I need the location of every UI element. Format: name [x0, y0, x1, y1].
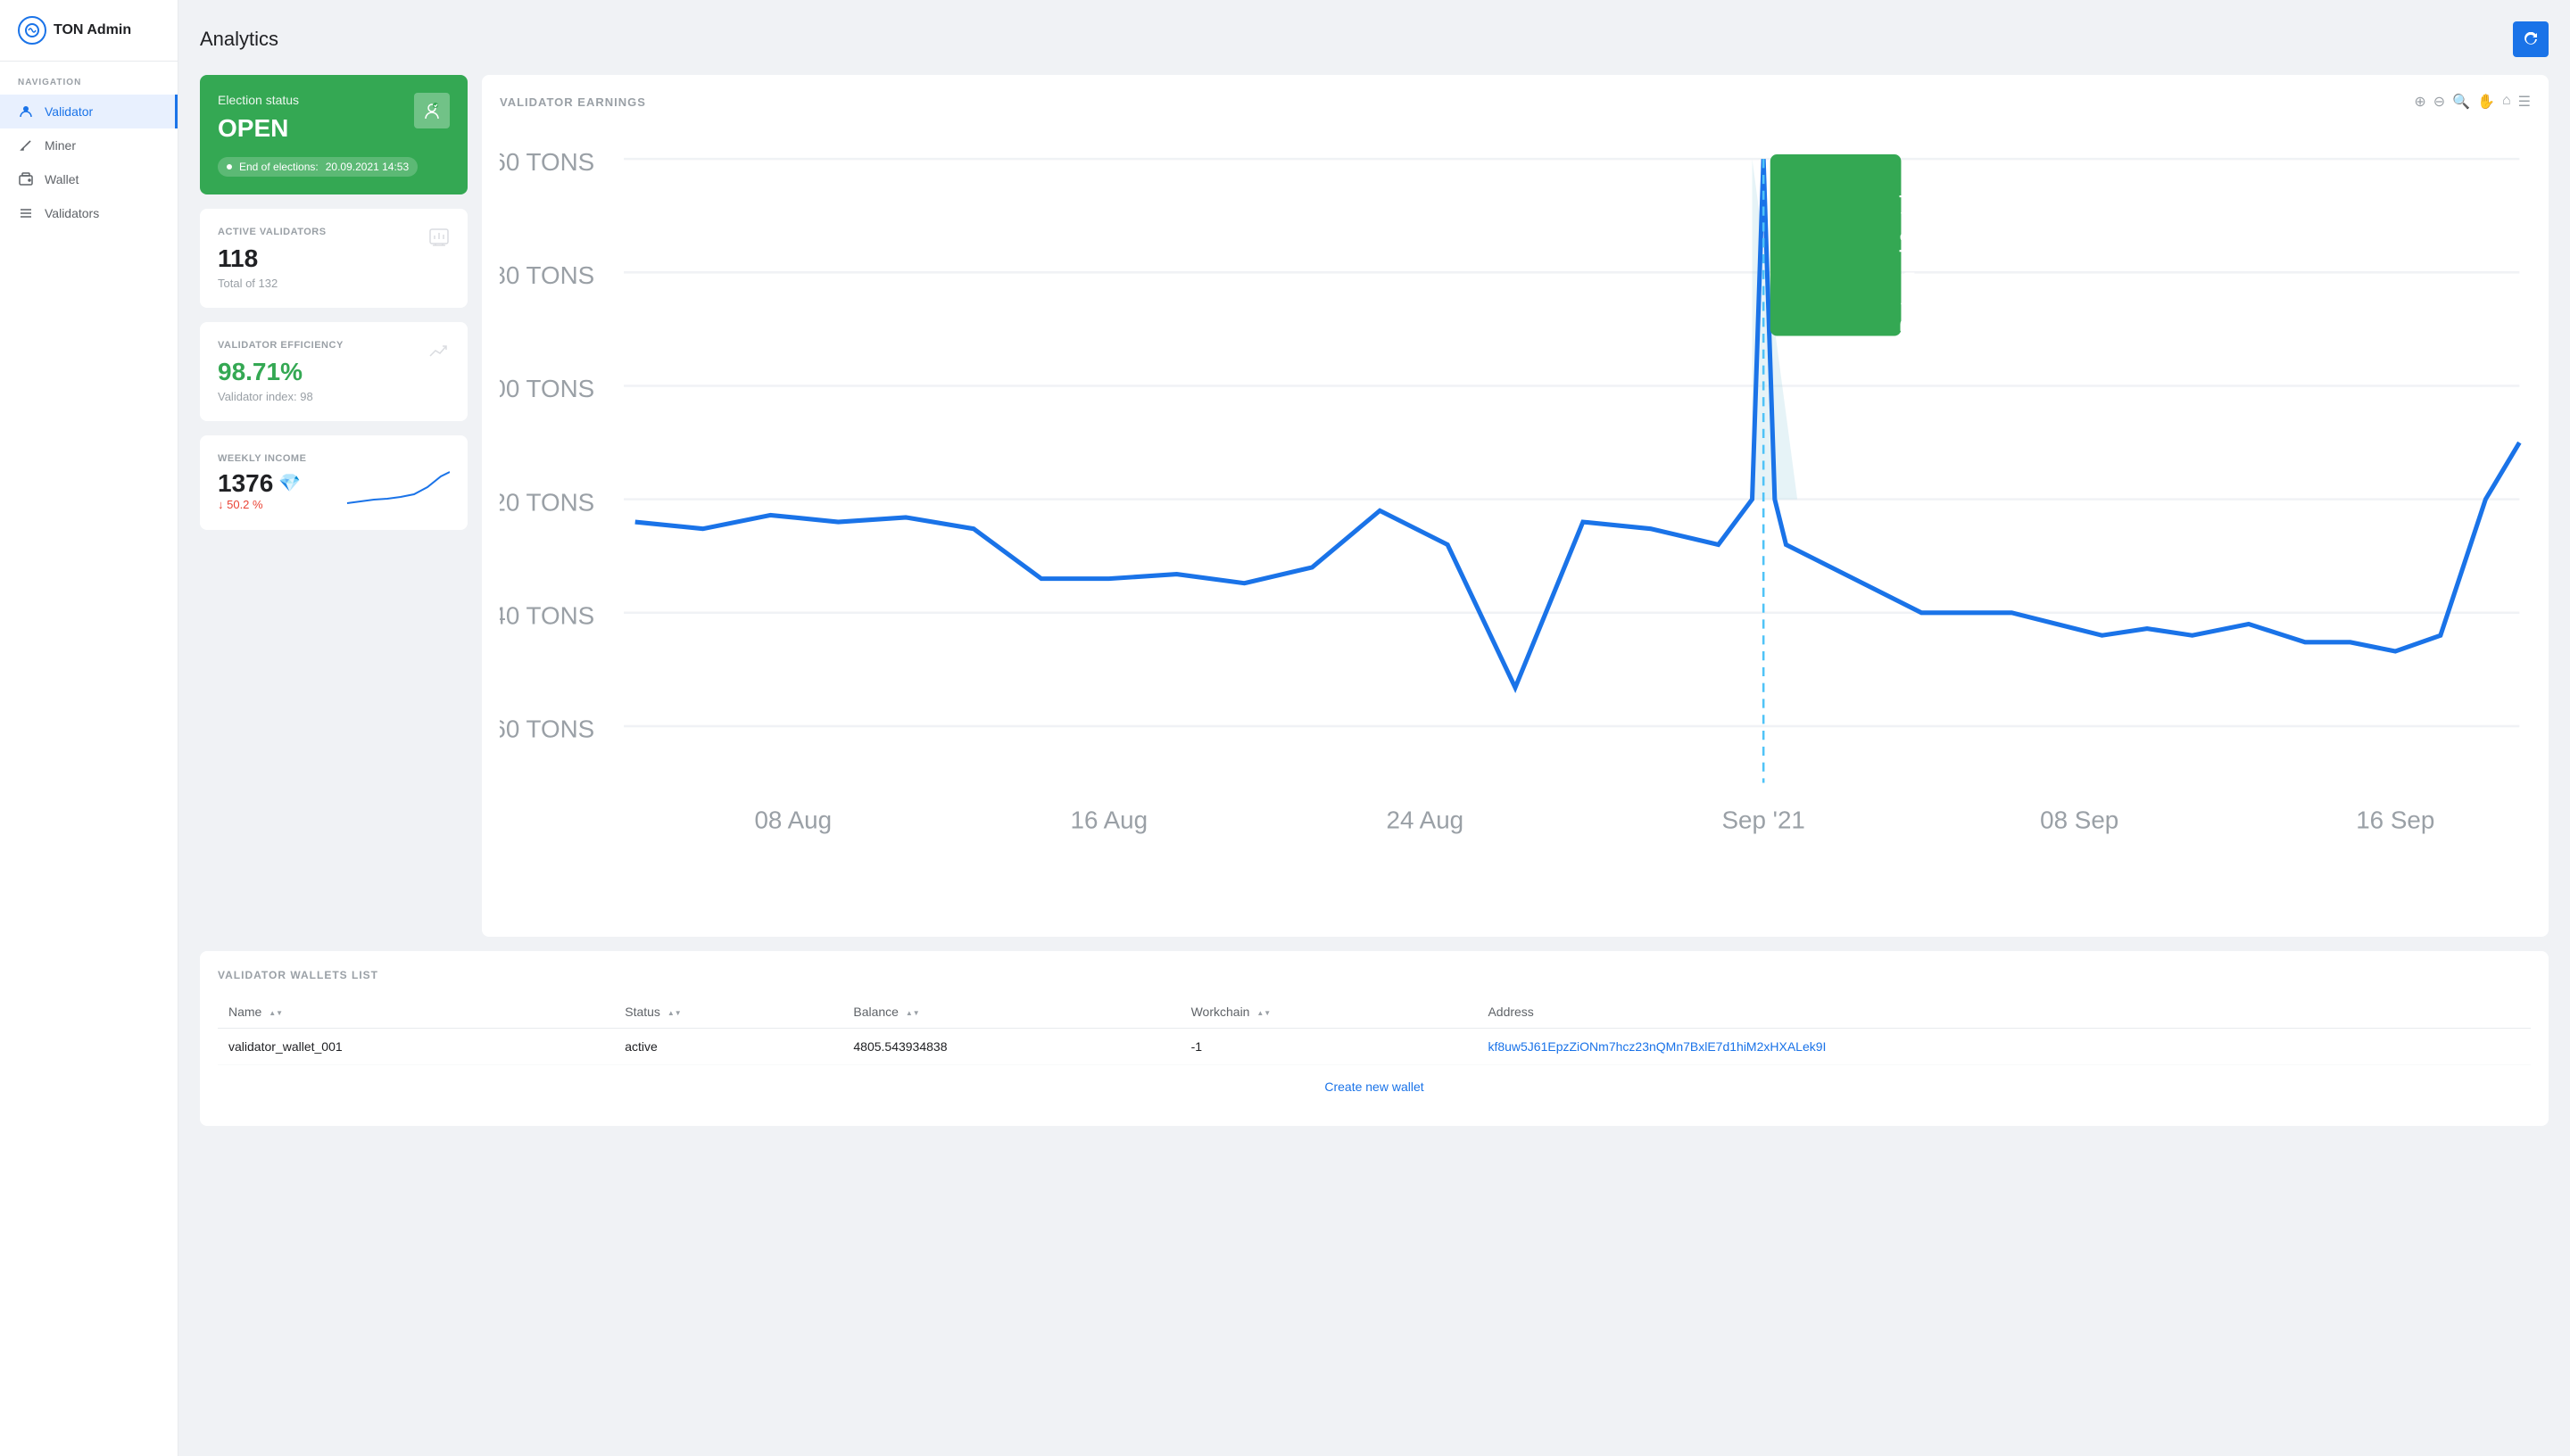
- sidebar-item-validator-label: Validator: [45, 104, 93, 119]
- left-cards: Election status OPEN End of elections: 2…: [200, 75, 468, 937]
- table-title: VALIDATOR WALLETS LIST: [218, 969, 2531, 981]
- election-card: Election status OPEN End of elections: 2…: [200, 75, 468, 194]
- svg-text:240 TONS: 240 TONS: [500, 601, 594, 629]
- efficiency-icon: [428, 340, 450, 367]
- active-validators-value: 118: [218, 244, 450, 273]
- chart-controls: ⊕ ⊖ 🔍 ✋ ⌂ ☰: [2414, 93, 2531, 111]
- svg-text:560 TONS: 560 TONS: [500, 148, 594, 176]
- page-title: Analytics: [200, 28, 278, 51]
- svg-text:Returned 2 stakes: Returned 2 stakes: [1896, 167, 1919, 333]
- menu-icon[interactable]: ☰: [2518, 93, 2531, 111]
- col-balance[interactable]: Balance ▲▼: [842, 996, 1180, 1029]
- weekly-income-left: 1376 💎 ↓ 50.2 %: [218, 469, 301, 511]
- election-end: End of elections: 20.09.2021 14:53: [218, 157, 418, 177]
- election-dot: [227, 164, 232, 170]
- sidebar-item-miner[interactable]: Miner: [0, 128, 178, 162]
- election-label: Election status: [218, 93, 450, 107]
- create-wallet-link[interactable]: Create new wallet: [218, 1065, 2531, 1108]
- sort-balance-icon: ▲▼: [906, 1009, 920, 1017]
- sidebar-item-validators[interactable]: Validators: [0, 196, 178, 230]
- main-content: Analytics Election status O: [178, 0, 2570, 1456]
- nav-section-label: NAVIGATION: [0, 62, 178, 95]
- svg-text:16 Aug: 16 Aug: [1071, 806, 1148, 833]
- col-status[interactable]: Status ▲▼: [614, 996, 842, 1029]
- svg-text:320 TONS: 320 TONS: [500, 488, 594, 516]
- chart-panel: VALIDATOR EARNINGS ⊕ ⊖ 🔍 ✋ ⌂ ☰ 560 TONS …: [482, 75, 2549, 937]
- col-workchain[interactable]: Workchain ▲▼: [1181, 996, 1478, 1029]
- election-end-label: End of elections:: [239, 161, 319, 173]
- sidebar-item-wallet[interactable]: Wallet: [0, 162, 178, 196]
- active-validators-label: ACTIVE VALIDATORS: [218, 227, 450, 237]
- chart-area: 560 TONS 480 TONS 400 TONS 320 TONS 240 …: [500, 125, 2531, 919]
- weekly-income-label: Weekly income: [218, 453, 450, 464]
- validator-icon: [18, 103, 34, 120]
- miner-icon: [18, 137, 34, 153]
- row-workchain: -1: [1181, 1029, 1478, 1065]
- sidebar-item-validators-label: Validators: [45, 206, 99, 220]
- efficiency-card: VALIDATOR EFFICIENCY 98.71% Validator in…: [200, 322, 468, 421]
- zoom-in-icon[interactable]: ⊕: [2414, 93, 2425, 111]
- weekly-sparkline: [301, 467, 450, 512]
- wallets-table: Name ▲▼ Status ▲▼ Balance ▲▼ Workchain ▲…: [218, 996, 2531, 1065]
- search-icon[interactable]: 🔍: [2452, 93, 2470, 111]
- pan-icon[interactable]: ✋: [2477, 93, 2495, 111]
- svg-text:16 Sep: 16 Sep: [2356, 806, 2434, 833]
- svg-text:Sep '21: Sep '21: [1721, 806, 1804, 833]
- svg-text:480 TONS: 480 TONS: [500, 261, 594, 289]
- weekly-income-value: 1376 💎: [218, 469, 301, 498]
- sort-workchain-icon: ▲▼: [1256, 1009, 1271, 1017]
- efficiency-sub: Validator index: 98: [218, 390, 450, 403]
- election-end-time: 20.09.2021 14:53: [326, 161, 409, 173]
- validators-stat-icon: [428, 227, 450, 253]
- refresh-button[interactable]: [2513, 21, 2549, 57]
- diamond-icon: 💎: [278, 472, 301, 494]
- efficiency-label: VALIDATOR EFFICIENCY: [218, 340, 450, 351]
- col-name[interactable]: Name ▲▼: [218, 996, 614, 1029]
- active-validators-card: ACTIVE VALIDATORS 118 Total of 132: [200, 209, 468, 308]
- svg-text:08 Aug: 08 Aug: [754, 806, 832, 833]
- weekly-income-row: 1376 💎 ↓ 50.2 %: [218, 467, 450, 512]
- app-title: TON Admin: [54, 22, 131, 38]
- sort-status-icon: ▲▼: [667, 1009, 682, 1017]
- row-name: validator_wallet_001: [218, 1029, 614, 1065]
- svg-text:24 Aug: 24 Aug: [1387, 806, 1464, 833]
- row-address[interactable]: kf8uw5J61EpzZiONm7hcz23nQMn7BxlE7d1hiM2x…: [1477, 1029, 2531, 1065]
- row-status: active: [614, 1029, 842, 1065]
- validators-icon: [18, 205, 34, 221]
- top-row: Election status OPEN End of elections: 2…: [200, 75, 2549, 937]
- sort-name-icon: ▲▼: [269, 1009, 283, 1017]
- svg-text:08 Sep: 08 Sep: [2040, 806, 2118, 833]
- app-logo: TON Admin: [0, 0, 178, 62]
- wallets-table-section: VALIDATOR WALLETS LIST Name ▲▼ Status ▲▼…: [200, 951, 2549, 1126]
- sidebar-item-wallet-label: Wallet: [45, 172, 79, 186]
- svg-text:160 TONS: 160 TONS: [500, 716, 594, 743]
- row-balance: 4805.543934838: [842, 1029, 1180, 1065]
- efficiency-value: 98.71%: [218, 358, 450, 386]
- home-icon[interactable]: ⌂: [2502, 93, 2511, 111]
- page-header: Analytics: [200, 21, 2549, 57]
- weekly-income-change: ↓ 50.2 %: [218, 498, 301, 511]
- chart-title: VALIDATOR EARNINGS: [500, 95, 646, 109]
- weekly-income-card: Weekly income 1376 💎 ↓ 50.2 %: [200, 435, 468, 530]
- wallet-icon: [18, 171, 34, 187]
- chart-header: VALIDATOR EARNINGS ⊕ ⊖ 🔍 ✋ ⌂ ☰: [500, 93, 2531, 111]
- sidebar: TON Admin NAVIGATION Validator Miner Wal…: [0, 0, 178, 1456]
- col-address: Address: [1477, 996, 2531, 1029]
- sidebar-item-validator[interactable]: Validator: [0, 95, 178, 128]
- active-validators-sub: Total of 132: [218, 277, 450, 290]
- zoom-out-icon[interactable]: ⊖: [2433, 93, 2445, 111]
- table-header-row: Name ▲▼ Status ▲▼ Balance ▲▼ Workchain ▲…: [218, 996, 2531, 1029]
- logo-icon: [18, 16, 46, 45]
- svg-text:400 TONS: 400 TONS: [500, 375, 594, 402]
- table-row: validator_wallet_001 active 4805.5439348…: [218, 1029, 2531, 1065]
- sidebar-item-miner-label: Miner: [45, 138, 76, 153]
